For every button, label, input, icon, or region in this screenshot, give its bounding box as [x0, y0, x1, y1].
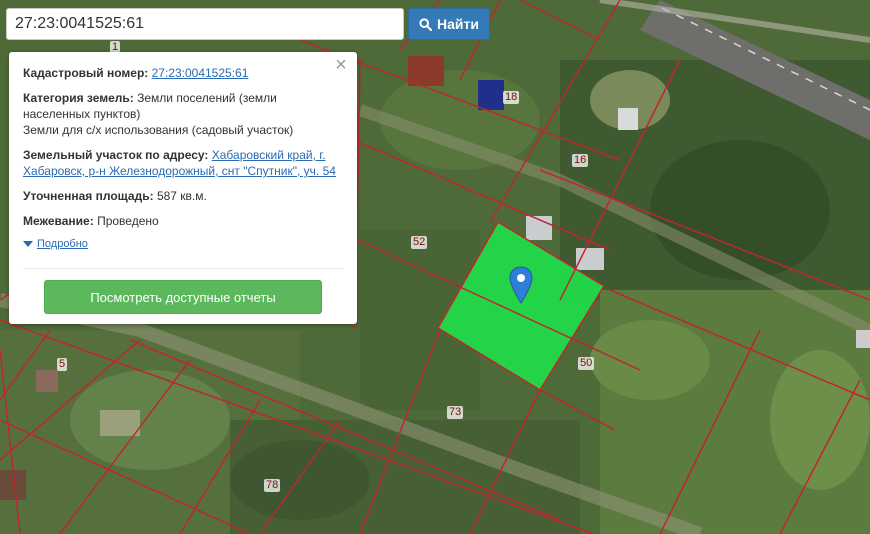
cadastral-number-link[interactable]: 27:23:0041525:61 [152, 66, 249, 80]
parcel-label: 5 [57, 358, 68, 371]
category-row: Категория земель: Земли поселений (земли… [23, 90, 343, 138]
parcel-label: 18 [503, 91, 520, 104]
popup-divider [23, 268, 343, 269]
close-icon[interactable]: × [333, 55, 349, 75]
parcel-label: 16 [572, 154, 589, 167]
map-view[interactable]: 1 18 16 52 5 50 73 78 Найти × Кадастровы… [0, 0, 870, 534]
search-icon [419, 17, 433, 31]
cadastral-row: Кадастровый номер: 27:23:0041525:61 [23, 65, 343, 81]
search-button[interactable]: Найти [408, 8, 490, 40]
cadastral-label: Кадастровый номер: [23, 66, 149, 80]
search-button-label: Найти [437, 16, 479, 32]
view-reports-button[interactable]: Посмотреть доступные отчеты [44, 280, 322, 314]
parcel-label: 73 [447, 406, 464, 419]
survey-label: Межевание: [23, 214, 94, 228]
category-value-2: Земли для с/х использования (садовый уча… [23, 123, 294, 137]
parcel-label: 50 [578, 357, 595, 370]
survey-value: Проведено [97, 214, 159, 228]
parcel-label: 52 [411, 236, 428, 249]
address-label: Земельный участок по адресу: [23, 148, 209, 162]
survey-row: Межевание: Проведено [23, 213, 343, 229]
area-value: 587 кв.м. [156, 189, 207, 203]
search-box [6, 8, 404, 40]
parcel-info-popup: × Кадастровый номер: 27:23:0041525:61 Ка… [9, 52, 357, 324]
category-label: Категория земель: [23, 91, 134, 105]
details-link-label: Подробно [37, 238, 88, 250]
parcel-label: 78 [264, 479, 281, 492]
area-row: Уточненная площадь: 587 кв.м. [23, 188, 343, 204]
caret-down-icon [23, 241, 33, 247]
search-input[interactable] [7, 9, 403, 39]
area-label: Уточненная площадь: [23, 189, 154, 203]
address-row: Земельный участок по адресу: Хабаровский… [23, 147, 343, 179]
details-toggle[interactable]: Подробно [23, 238, 343, 250]
map-pin-icon[interactable] [508, 266, 534, 304]
